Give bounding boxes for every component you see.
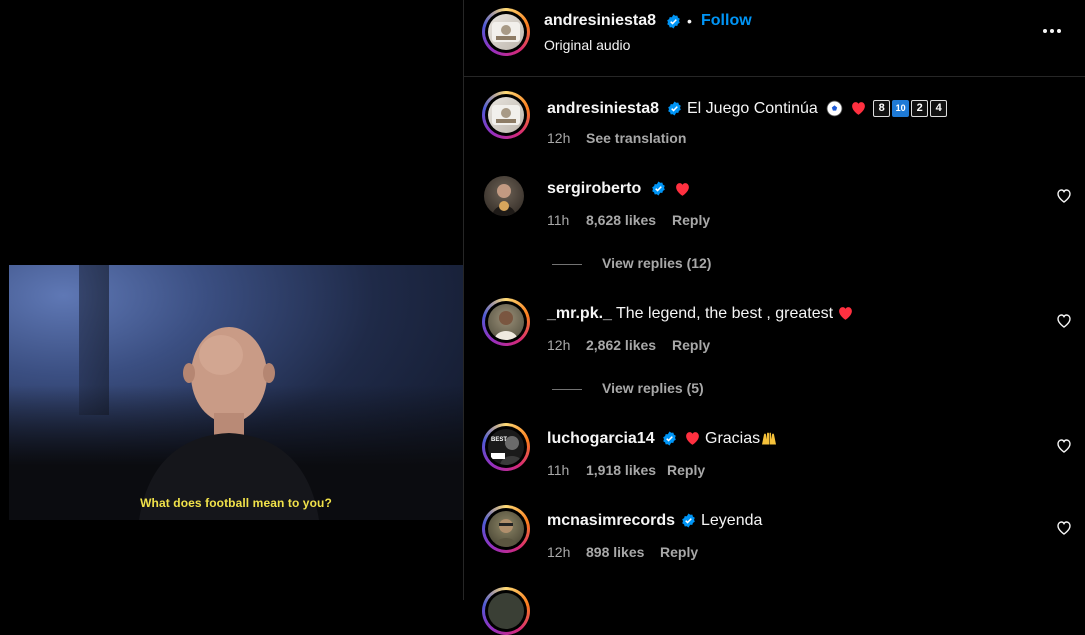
comment-text: The legend, the best , greatest (616, 305, 834, 322)
comment-text: Gracias (705, 430, 761, 447)
verified-badge-icon (682, 513, 695, 528)
like-heart-icon[interactable] (1056, 188, 1072, 204)
svg-text:BEST: BEST (491, 437, 507, 443)
comment-username[interactable]: mcnasimrecords (547, 512, 675, 530)
soccer-ball-icon (826, 100, 843, 117)
comment-time: 12h (547, 544, 571, 560)
red-heart-icon (851, 102, 865, 116)
header-username[interactable]: andresiniesta8 (544, 12, 656, 30)
video-player[interactable]: What does football mean to you? (9, 265, 463, 520)
comment-text-line: Gracias (684, 430, 778, 448)
replies-divider (552, 389, 582, 390)
comment-time: 11h (547, 462, 570, 478)
raising-hands-icon (762, 432, 777, 445)
comment-avatar[interactable] (484, 176, 524, 216)
red-heart-icon (686, 432, 699, 446)
reply-button[interactable]: Reply (672, 212, 710, 228)
comment-avatar-partial[interactable] (482, 587, 530, 635)
like-heart-icon[interactable] (1056, 520, 1072, 536)
verified-badge-icon (652, 181, 665, 196)
comment-likes[interactable]: 8,628 likes (586, 212, 656, 228)
post-header: andresiniesta8 • Follow Original audio (464, 0, 1085, 77)
pane-divider (463, 0, 464, 600)
verified-badge-icon (667, 14, 680, 29)
comment-likes[interactable]: 898 likes (586, 544, 644, 560)
verified-badge-icon (663, 431, 676, 446)
trophy-photo-icon (492, 105, 520, 125)
header-dot: • (687, 13, 692, 29)
keycap-4: 4 (930, 100, 948, 118)
comment-avatar[interactable] (482, 505, 530, 553)
comment-avatar[interactable]: BEST (482, 423, 530, 471)
caption-username[interactable]: andresiniesta8 (547, 100, 659, 118)
video-pane: What does football mean to you? (0, 0, 463, 600)
keycap-10: 10 (892, 100, 910, 118)
caption-text-line: El Juego Continúa 8 10 2 4 (687, 100, 948, 118)
comment-likes[interactable]: 1,918 likes (586, 462, 656, 478)
header-avatar[interactable] (482, 8, 530, 56)
original-audio-link[interactable]: Original audio (544, 37, 630, 53)
comment-time: 12h (547, 337, 571, 353)
video-subtitle: What does football mean to you? (140, 496, 332, 510)
red-heart-icon (839, 307, 853, 321)
view-replies-button[interactable]: View replies (12) (602, 255, 711, 271)
comment-username[interactable]: _mr.pk._ (547, 305, 612, 323)
follow-button[interactable]: Follow (701, 12, 752, 30)
keycap-8: 8 (873, 100, 891, 118)
caption-avatar[interactable] (482, 91, 530, 139)
caption-time: 12h (547, 130, 571, 146)
trophy-photo-icon (492, 22, 520, 42)
view-replies-button[interactable]: View replies (5) (602, 380, 704, 396)
comment-avatar[interactable] (482, 298, 530, 346)
comment-username[interactable]: sergiroberto (547, 180, 641, 198)
reply-button[interactable]: Reply (672, 337, 710, 353)
comment-text-line: The legend, the best , greatest (616, 305, 854, 323)
caption-text: El Juego Continúa (687, 100, 818, 117)
red-heart-icon (676, 183, 689, 196)
like-heart-icon[interactable] (1056, 313, 1072, 329)
reply-button[interactable]: Reply (667, 462, 705, 478)
comment-username[interactable]: luchogarcia14 (547, 430, 655, 448)
verified-badge-icon (668, 101, 681, 116)
comment-time: 11h (547, 212, 570, 228)
more-options-icon[interactable] (1042, 27, 1062, 35)
replies-divider (552, 264, 582, 265)
person-figure (139, 327, 319, 520)
reply-button[interactable]: Reply (660, 544, 698, 560)
keycap-2: 2 (911, 100, 929, 118)
see-translation-link[interactable]: See translation (586, 130, 686, 146)
comment-text: Leyenda (701, 512, 763, 529)
comment-likes[interactable]: 2,862 likes (586, 337, 656, 353)
like-heart-icon[interactable] (1056, 438, 1072, 454)
